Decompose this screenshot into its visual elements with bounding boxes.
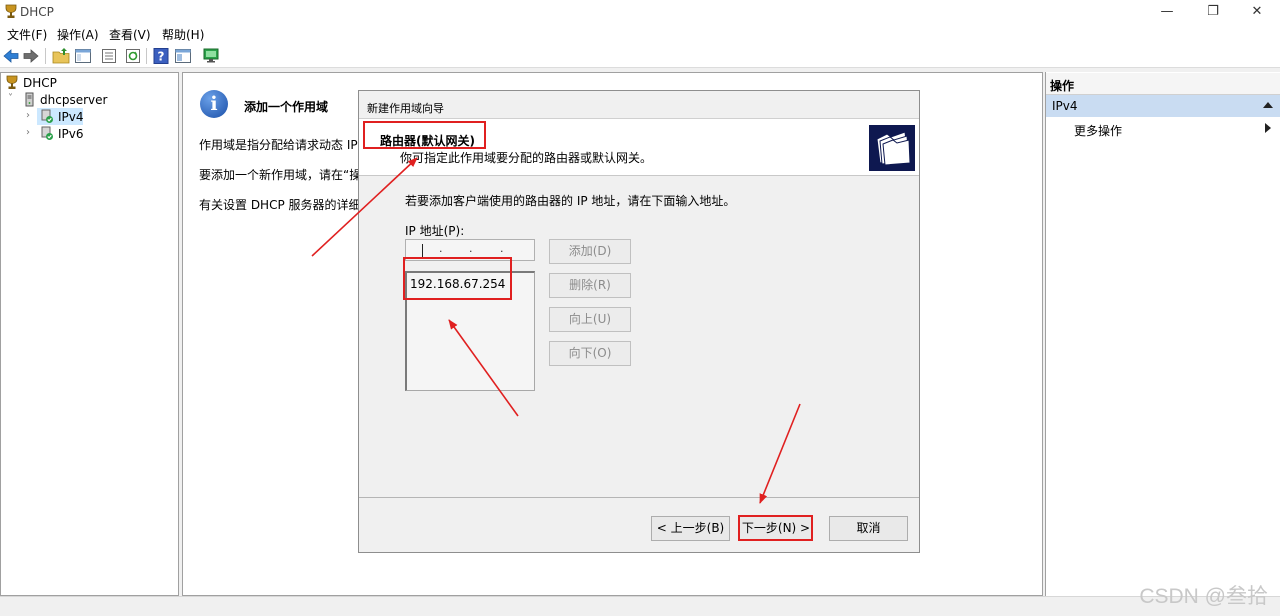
collapse-up-icon[interactable] xyxy=(1263,102,1273,108)
toolbar-separator xyxy=(45,48,46,64)
monitor-icon[interactable] xyxy=(202,47,220,65)
menu-view[interactable]: 查看(V) xyxy=(109,26,151,43)
wizard-title: 新建作用域向导 xyxy=(367,102,444,115)
cancel-button[interactable]: 取消 xyxy=(829,516,908,541)
show-hide-tree-icon[interactable] xyxy=(74,47,92,65)
restore-button[interactable]: ❐ xyxy=(1190,0,1236,24)
title-bar: DHCP — ❐ ✕ xyxy=(0,0,1280,24)
status-bar xyxy=(0,596,1280,616)
dhcp-app-icon xyxy=(5,4,17,18)
toolbar-separator xyxy=(146,48,147,64)
refresh-icon[interactable] xyxy=(124,47,142,65)
tree-node-ipv6[interactable]: › IPv6 xyxy=(1,126,171,142)
close-button[interactable]: ✕ xyxy=(1234,0,1280,24)
move-up-button[interactable]: 向上(U) xyxy=(549,307,631,332)
remove-button[interactable]: 删除(R) xyxy=(549,273,631,298)
tree-node-ipv4[interactable]: › IPv4 xyxy=(1,108,171,125)
actions-group-label: IPv4 xyxy=(1052,99,1078,113)
window-title: DHCP xyxy=(20,5,54,19)
console-view-icon[interactable] xyxy=(174,47,192,65)
move-down-button[interactable]: 向下(O) xyxy=(549,341,631,366)
result-paragraph-3: 有关设置 DHCP 服务器的详细情 xyxy=(199,198,373,212)
back-arrow-icon[interactable] xyxy=(2,47,20,65)
menu-help[interactable]: 帮助(H) xyxy=(162,26,204,43)
dhcp-root-icon xyxy=(6,75,18,89)
expand-chevron-icon[interactable]: › xyxy=(26,110,30,121)
new-scope-wizard-dialog: 新建作用域向导 路由器(默认网关) 你可指定此作用域要分配的路由器或默认网关。 … xyxy=(358,90,920,553)
wizard-footer-divider xyxy=(359,497,919,498)
toolbar: ? xyxy=(0,44,1280,68)
actions-group-ipv4[interactable]: IPv4 xyxy=(1046,95,1280,117)
result-heading: 添加一个作用域 xyxy=(244,100,329,114)
ip-address-label: IP 地址(P): xyxy=(405,224,465,238)
wizard-header: 路由器(默认网关) 你可指定此作用域要分配的路由器或默认网关。 xyxy=(359,118,919,176)
tree-node-dhcpserver[interactable]: ˅ dhcpserver xyxy=(1,92,171,108)
expand-chevron-icon[interactable]: › xyxy=(26,127,30,138)
actions-pane: 操作 IPv4 更多操作 xyxy=(1045,72,1280,596)
ipv6-scope-icon xyxy=(41,126,53,140)
wizard-page-title: 路由器(默认网关) xyxy=(380,134,475,148)
menu-file[interactable]: 文件(F) xyxy=(7,26,47,43)
forward-arrow-icon[interactable] xyxy=(22,47,40,65)
menu-bar: 文件(F) 操作(A) 查看(V) 帮助(H) xyxy=(0,24,1280,44)
add-button[interactable]: 添加(D) xyxy=(549,239,631,264)
ip-address-input[interactable]: . . . xyxy=(405,239,535,261)
more-actions-item[interactable]: 更多操作 xyxy=(1074,122,1122,139)
actions-header: 操作 xyxy=(1046,73,1280,95)
list-item[interactable]: 192.168.67.254 xyxy=(410,277,505,291)
router-ip-list[interactable]: 192.168.67.254 xyxy=(405,271,535,391)
tree-label-dhcpserver: dhcpserver xyxy=(40,93,108,107)
ip-octet-separator: . xyxy=(469,242,473,255)
text-caret xyxy=(422,244,423,257)
menu-action[interactable]: 操作(A) xyxy=(57,26,99,43)
watermark: CSDN @叁拾 xyxy=(1139,585,1268,608)
submenu-arrow-icon xyxy=(1265,123,1271,133)
back-button[interactable]: < 上一步(B) xyxy=(651,516,730,541)
next-button[interactable]: 下一步(N) > xyxy=(739,516,813,541)
help-icon[interactable]: ? xyxy=(152,47,170,65)
properties-icon[interactable] xyxy=(100,47,118,65)
ip-octet-separator: . xyxy=(439,242,443,255)
server-icon xyxy=(25,92,34,107)
wizard-instruction: 若要添加客户端使用的路由器的 IP 地址，请在下面输入地址。 xyxy=(405,194,736,208)
tree-label-ipv4: IPv4 xyxy=(58,110,84,124)
svg-text:?: ? xyxy=(158,50,165,64)
tree-node-dhcp[interactable]: DHCP xyxy=(1,75,171,91)
console-tree: DHCP ˅ dhcpserver › IPv4 › IPv6 xyxy=(0,72,179,596)
ip-octet-separator: . xyxy=(500,242,504,255)
info-icon: i xyxy=(200,90,228,118)
tree-label-ipv6: IPv6 xyxy=(58,127,84,141)
wizard-page-subtitle: 你可指定此作用域要分配的路由器或默认网关。 xyxy=(400,151,653,165)
up-folder-icon[interactable] xyxy=(52,47,70,65)
minimize-button[interactable]: — xyxy=(1144,0,1190,24)
wizard-folder-icon xyxy=(869,125,915,171)
result-paragraph-1: 作用域是指分配给请求动态 IP 地 xyxy=(199,138,374,152)
collapse-chevron-icon[interactable]: ˅ xyxy=(8,93,13,104)
result-paragraph-2: 要添加一个新作用域，请在“操作 xyxy=(199,168,374,182)
tree-label-dhcp: DHCP xyxy=(23,76,57,90)
ipv4-scope-icon xyxy=(41,109,53,123)
